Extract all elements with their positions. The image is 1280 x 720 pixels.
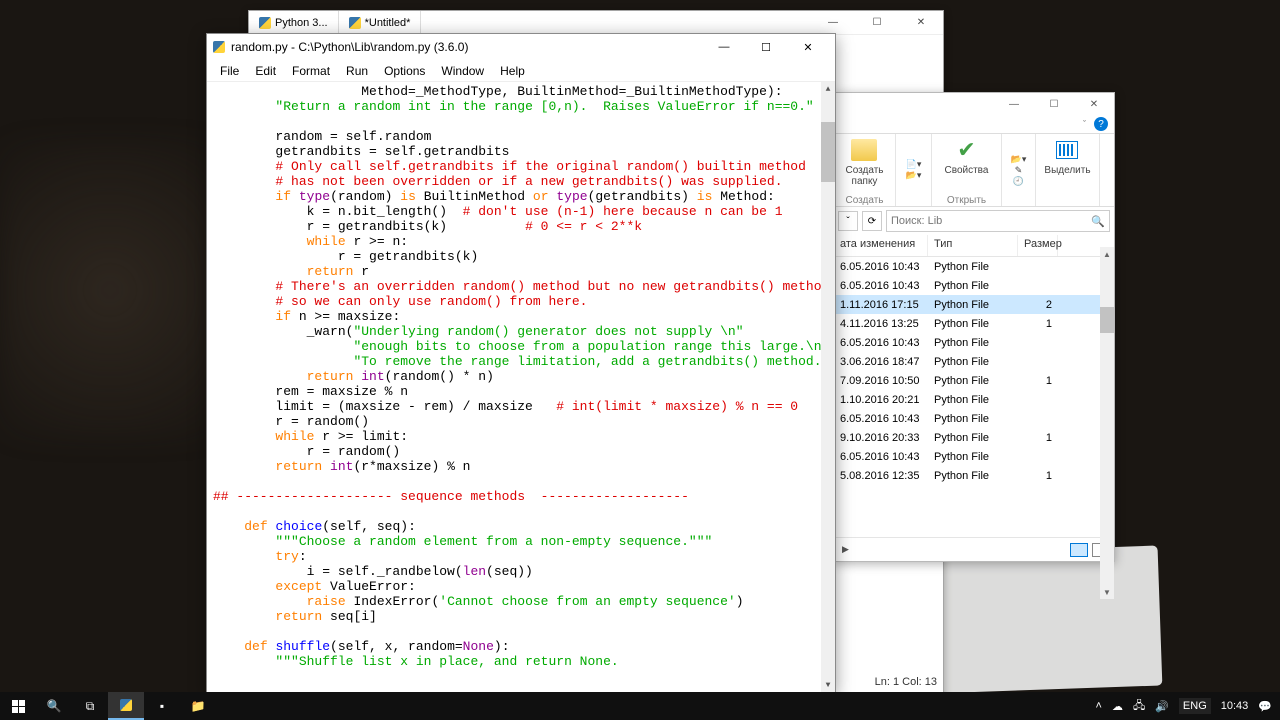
menu-file[interactable]: File (213, 62, 246, 80)
list-item[interactable]: 1.10.2016 20:21Python File (834, 390, 1114, 409)
notifications-icon[interactable]: 💬 (1258, 700, 1272, 713)
scroll-thumb[interactable] (821, 122, 835, 182)
list-item[interactable]: 9.10.2016 20:33Python File1 (834, 428, 1114, 447)
network-icon[interactable]: 🖧 (1133, 697, 1145, 716)
easy-access-button[interactable]: 📂▾ (906, 170, 922, 181)
scroll-up-icon[interactable]: ▲ (821, 82, 835, 96)
list-item[interactable]: 1.11.2016 17:15Python File2 (834, 295, 1114, 314)
volume-icon[interactable]: 🔊 (1155, 700, 1169, 713)
scroll-down-icon[interactable]: ▼ (1100, 585, 1114, 599)
new-item-button[interactable]: 📄▾ (906, 159, 922, 170)
menu-help[interactable]: Help (493, 62, 532, 80)
windows-icon (12, 700, 25, 713)
ribbon-collapse-icon[interactable]: ˇ (1083, 119, 1086, 129)
minimize-button[interactable]: — (703, 35, 745, 59)
open-icon: 📂▾ (1011, 154, 1027, 165)
refresh-button[interactable]: ⟳ (862, 211, 882, 231)
bg-maximize-button[interactable]: ☐ (855, 12, 899, 34)
idle-editor-window: random.py - C:\Python\Lib\random.py (3.6… (206, 33, 836, 693)
exp-close-button[interactable]: ✕ (1074, 93, 1114, 115)
python-icon (213, 41, 225, 53)
onedrive-icon[interactable]: ☁ (1112, 700, 1123, 713)
new-folder-button[interactable]: Создать папку (845, 136, 883, 187)
list-item[interactable]: 6.05.2016 10:43Python File (834, 333, 1114, 352)
python-icon (120, 699, 132, 711)
scroll-down-icon[interactable]: ▼ (821, 678, 835, 692)
select-icon (1056, 141, 1078, 159)
column-headers[interactable]: ата изменения Тип Размер (834, 235, 1114, 257)
taskbar[interactable]: 🔍 ⧉ ▪ 📁 ˄ ☁ 🖧 🔊 ENG 10:43 💬 (0, 692, 1280, 720)
search-button[interactable]: 🔍 (36, 692, 72, 720)
taskbar-explorer[interactable]: 📁 (180, 692, 216, 720)
taskbar-idle[interactable] (108, 692, 144, 720)
clock[interactable]: 10:43 (1221, 700, 1249, 712)
menu-bar[interactable]: FileEditFormatRunOptionsWindowHelp (207, 60, 835, 82)
new-item-icon: 📄▾ (906, 159, 922, 170)
list-item[interactable]: 6.05.2016 10:43Python File (834, 257, 1114, 276)
open-button[interactable]: 📂▾ (1011, 154, 1027, 165)
details-view-button[interactable] (1070, 543, 1088, 557)
exp-minimize-button[interactable]: — (994, 93, 1034, 115)
window-title: random.py - C:\Python\Lib\random.py (3.6… (231, 40, 468, 54)
edit-icon: ✎ (1015, 165, 1023, 176)
nav-dropdown-button[interactable]: ˇ (838, 211, 858, 231)
list-item[interactable]: 6.05.2016 10:43Python File (834, 447, 1114, 466)
explorer-window: — ☐ ✕ ˇ ? Создать папку Создать 📄▾ 📂▾ ✔ … (833, 92, 1115, 562)
tray-up-icon[interactable]: ˄ (1096, 700, 1102, 712)
list-item[interactable]: 3.06.2016 18:47Python File (834, 352, 1114, 371)
editor-scrollbar[interactable]: ▲▼ (821, 82, 835, 692)
menu-options[interactable]: Options (377, 62, 432, 80)
bg-status-lncol: Ln: 1 Col: 13 (875, 673, 937, 691)
ribbon: Создать папку Создать 📄▾ 📂▾ ✔ Свойства О… (834, 133, 1114, 207)
search-input[interactable]: Поиск: Lib 🔍 (886, 210, 1110, 232)
bg-tab-untitled[interactable]: *Untitled* (339, 11, 422, 34)
list-item[interactable]: 4.11.2016 13:25Python File1 (834, 314, 1114, 333)
taskbar-cmd[interactable]: ▪ (144, 692, 180, 720)
menu-format[interactable]: Format (285, 62, 337, 80)
language-indicator[interactable]: ENG (1179, 698, 1211, 714)
bg-tab-python[interactable]: Python 3... (249, 11, 339, 34)
scroll-right-icon[interactable]: ▶ (842, 544, 849, 555)
history-icon: 🕘 (1013, 176, 1024, 187)
system-tray[interactable]: ˄ ☁ 🖧 🔊 ENG 10:43 💬 (1088, 697, 1280, 716)
list-item[interactable]: 6.05.2016 10:43Python File (834, 409, 1114, 428)
file-list[interactable]: 6.05.2016 10:43Python File6.05.2016 10:4… (834, 257, 1114, 537)
list-item[interactable]: 6.05.2016 10:43Python File (834, 276, 1114, 295)
maximize-button[interactable]: ☐ (745, 35, 787, 59)
menu-window[interactable]: Window (434, 62, 491, 80)
code-editor[interactable]: Method=_MethodType, BuiltinMethod=_Built… (207, 82, 835, 692)
search-icon: 🔍 (1091, 215, 1105, 228)
taskview-button[interactable]: ⧉ (72, 692, 108, 720)
bg-close-button[interactable]: ✕ (899, 12, 943, 34)
scrollbar[interactable]: ▲ ▼ (1100, 247, 1114, 599)
checkmark-icon: ✔ (952, 136, 980, 164)
list-item[interactable]: 7.09.2016 10:50Python File1 (834, 371, 1114, 390)
menu-run[interactable]: Run (339, 62, 375, 80)
close-button[interactable]: ✕ (787, 35, 829, 59)
ribbon-group-create: Создать (834, 195, 895, 206)
ribbon-group-open: Открыть (932, 195, 1001, 206)
history-button[interactable]: 🕘 (1013, 176, 1024, 187)
list-item[interactable]: 5.08.2016 12:35Python File1 (834, 466, 1114, 485)
properties-button[interactable]: ✔ Свойства (945, 136, 989, 176)
scroll-thumb[interactable] (1100, 307, 1114, 333)
easy-access-icon: 📂▾ (906, 170, 922, 181)
folder-icon (851, 139, 877, 161)
menu-edit[interactable]: Edit (248, 62, 283, 80)
edit-button[interactable]: ✎ (1015, 165, 1023, 176)
scroll-up-icon[interactable]: ▲ (1100, 247, 1114, 261)
exp-maximize-button[interactable]: ☐ (1034, 93, 1074, 115)
select-all-button[interactable]: Выделить (1044, 136, 1090, 176)
python-icon (259, 17, 271, 29)
bg-minimize-button[interactable]: — (811, 12, 855, 34)
help-icon[interactable]: ? (1094, 117, 1108, 131)
start-button[interactable] (0, 692, 36, 720)
python-icon (349, 17, 361, 29)
